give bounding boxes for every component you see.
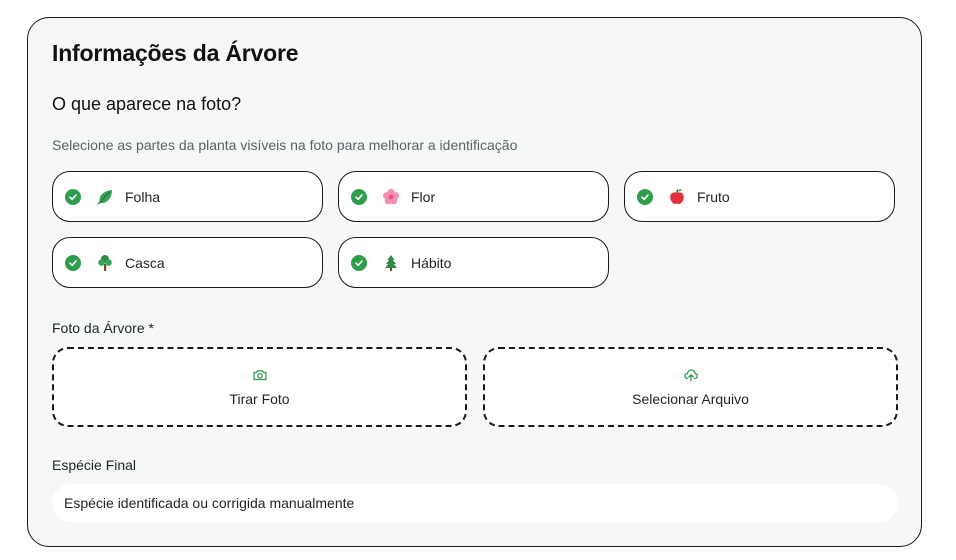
pine-tree-icon	[381, 253, 401, 273]
leaf-icon	[95, 187, 115, 207]
check-icon	[637, 188, 653, 205]
part-label: Casca	[125, 254, 165, 271]
section-description: Selecione as partes da planta visíveis n…	[52, 137, 518, 153]
part-label: Flor	[411, 188, 436, 205]
take-photo-label: Tirar Foto	[229, 391, 290, 407]
part-chip-flor[interactable]: Flor	[338, 171, 609, 222]
part-label: Fruto	[697, 188, 730, 205]
species-field-label: Espécie Final	[52, 457, 137, 473]
camera-icon	[252, 367, 268, 383]
select-file-label: Selecionar Arquivo	[632, 391, 749, 407]
flower-icon	[381, 187, 401, 207]
tree-info-card: Informações da Árvore O que aparece na f…	[27, 17, 922, 547]
cloud-upload-icon	[683, 367, 699, 383]
take-photo-button[interactable]: Tirar Foto	[52, 347, 467, 427]
check-icon	[65, 188, 81, 205]
photo-field-label: Foto da Árvore *	[52, 320, 154, 336]
part-label: Folha	[125, 188, 161, 205]
part-label: Hábito	[411, 254, 452, 271]
tree-icon	[95, 253, 115, 273]
part-chip-habito[interactable]: Hábito	[338, 237, 609, 288]
page-title: Informações da Árvore	[52, 40, 299, 66]
check-icon	[351, 188, 367, 205]
species-input[interactable]	[52, 484, 898, 522]
select-file-button[interactable]: Selecionar Arquivo	[483, 347, 898, 427]
apple-icon	[667, 187, 687, 207]
check-icon	[65, 254, 81, 271]
section-subtitle: O que aparece na foto?	[52, 94, 242, 114]
part-chip-casca[interactable]: Casca	[52, 237, 323, 288]
part-chip-fruto[interactable]: Fruto	[624, 171, 895, 222]
check-icon	[351, 254, 367, 271]
part-chip-folha[interactable]: Folha	[52, 171, 323, 222]
